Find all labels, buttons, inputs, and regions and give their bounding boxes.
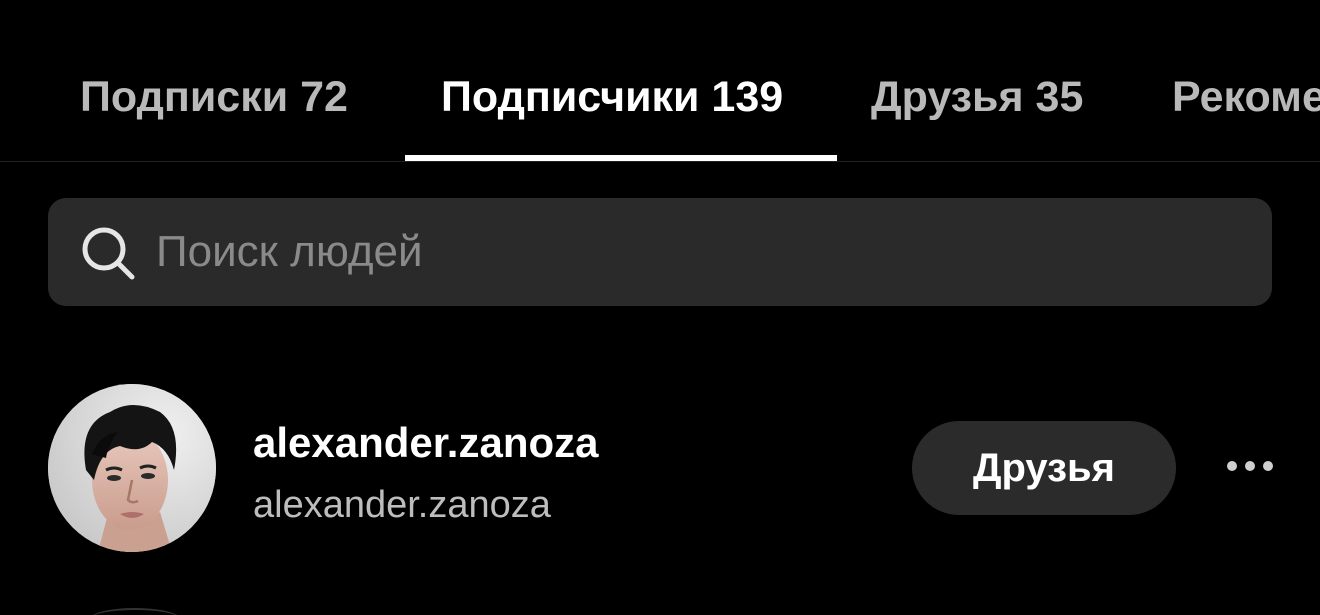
dot [1263, 461, 1273, 471]
tab-bar: Подписки 72 Подписчики 139 Друзья 35 Рек… [0, 0, 1320, 162]
dot [1245, 461, 1255, 471]
tab-recommendations[interactable]: Рекомендации [1172, 70, 1320, 124]
tab-followers[interactable]: Подписчики 139 [441, 70, 783, 124]
tab-friends[interactable]: Друзья 35 [871, 70, 1083, 124]
search-icon [82, 227, 135, 280]
tab-following[interactable]: Подписки 72 [80, 70, 348, 124]
avatar[interactable] [48, 384, 216, 552]
dot [1227, 461, 1237, 471]
next-list-item-avatar-edge [90, 608, 180, 615]
user-display-name[interactable]: alexander.zanoza [253, 418, 599, 468]
friends-button[interactable]: Друзья [912, 421, 1176, 515]
avatar-image [48, 384, 216, 552]
more-horizontal-icon[interactable] [1220, 446, 1280, 486]
search-input[interactable] [156, 222, 1236, 282]
user-username: alexander.zanoza [253, 484, 551, 526]
active-tab-indicator [405, 155, 837, 161]
